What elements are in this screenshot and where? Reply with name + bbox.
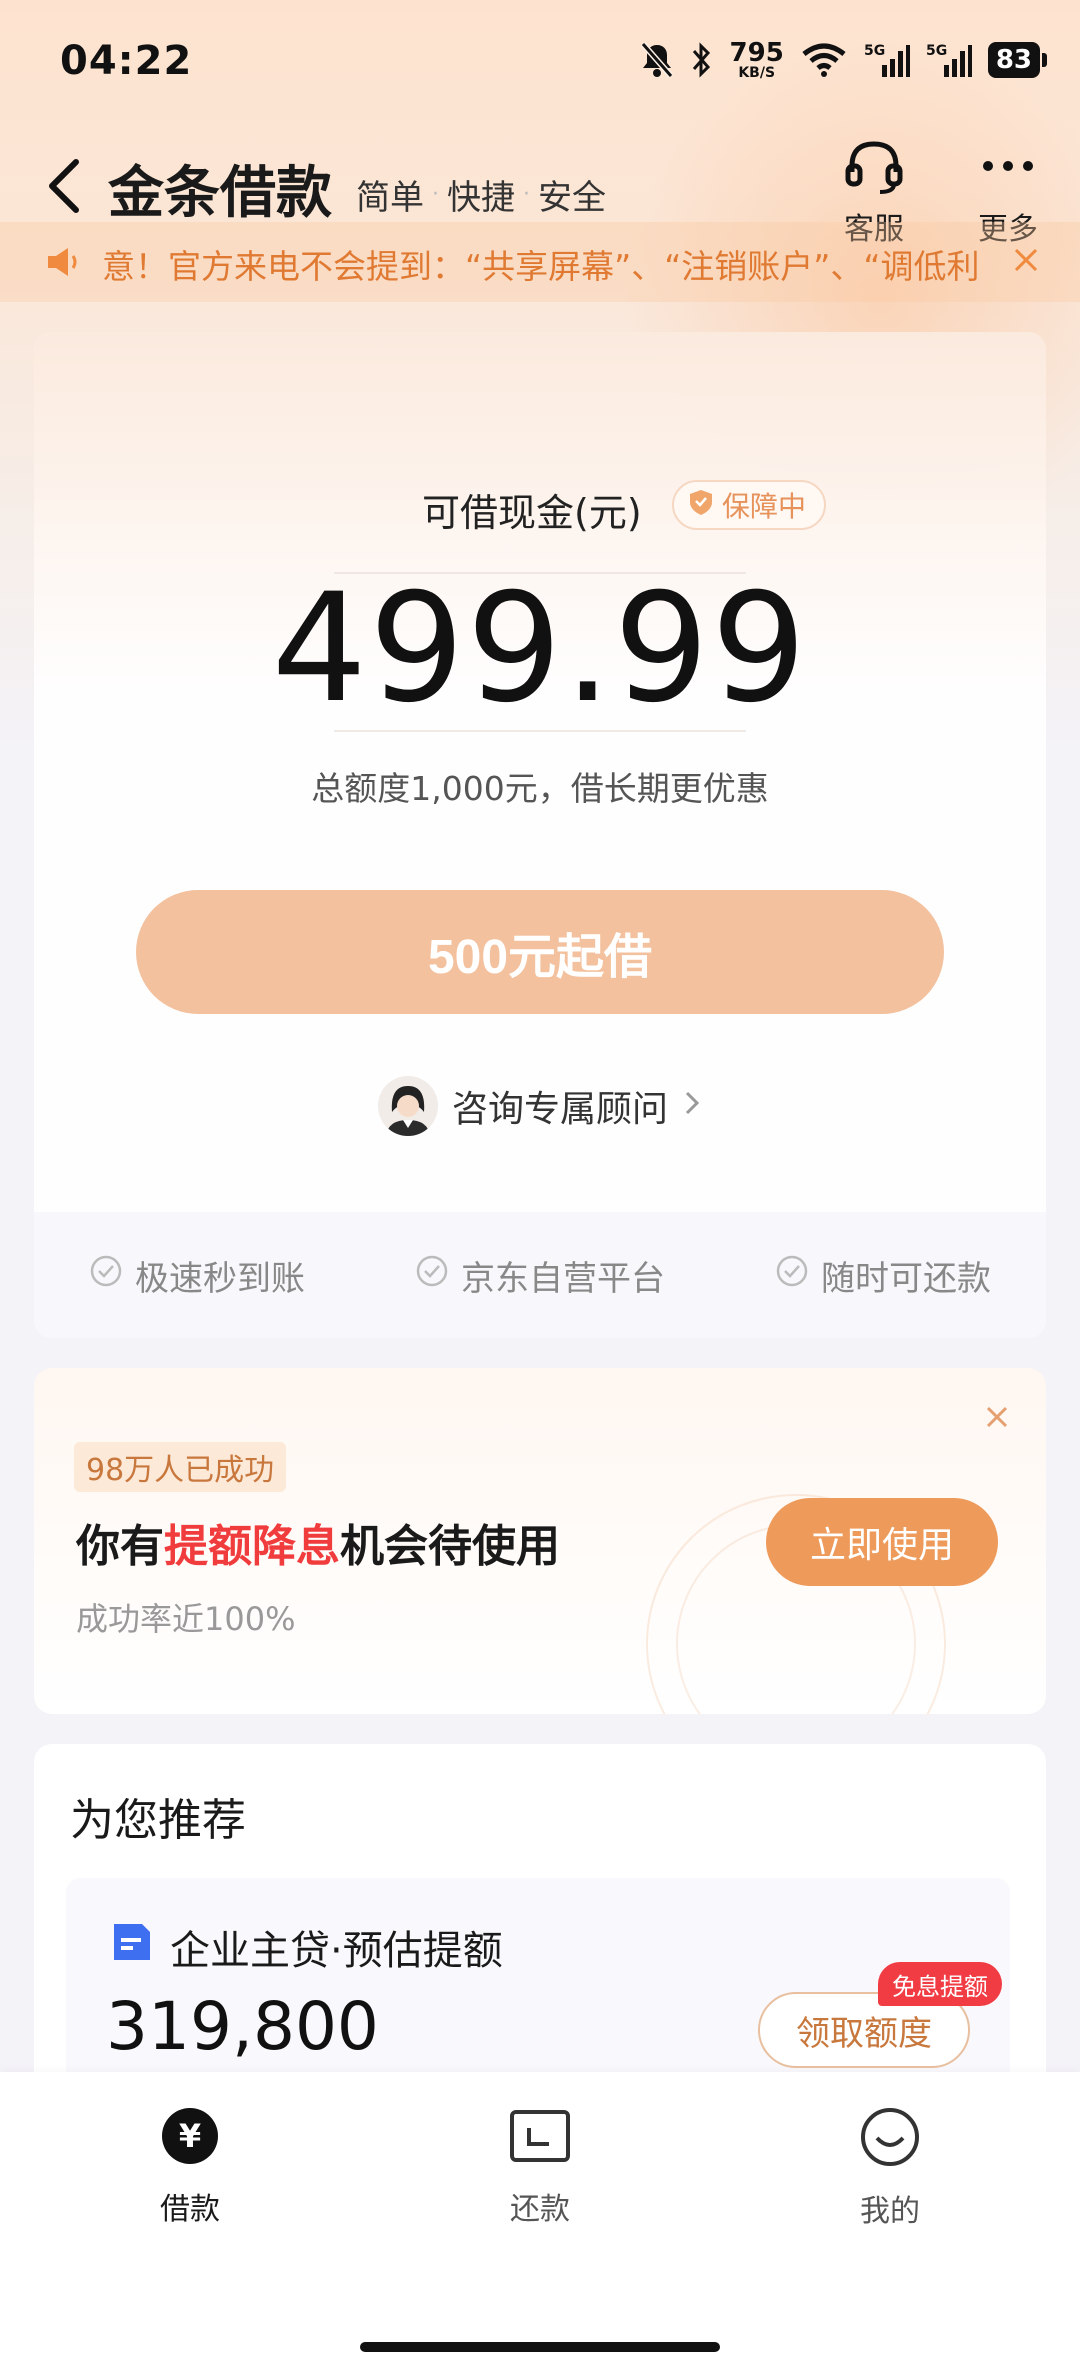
promo-headline: 你有提额降息机会待使用 [76, 1510, 560, 1574]
mute-bell-icon [640, 41, 674, 79]
borrow-button[interactable]: 500元起借 [136, 890, 944, 1014]
promo-headline-post: 机会待使用 [340, 1521, 560, 1572]
guard-badge[interactable]: 保障中 [672, 480, 827, 530]
subtitle-item: 安全 [538, 178, 606, 218]
speaker-icon [44, 242, 84, 286]
advisor-avatar [377, 1076, 438, 1136]
promo-success-rate: 成功率近100% [76, 1600, 296, 1638]
promo-tag: 98万人已成功 [74, 1442, 287, 1492]
nav-borrow-glyph: ¥ [179, 2117, 201, 2155]
signal-label-1: 5G [864, 43, 885, 59]
recommend-item-header: 企业主贷·预估提额 [110, 1918, 503, 1976]
promo-close-icon[interactable] [982, 1402, 1012, 1436]
feature-row: 极速秒到账 京东自营平台 随时可还款 [34, 1212, 1046, 1338]
advisor-link[interactable]: 咨询专属顾问 [34, 1076, 1046, 1136]
recommend-item-value: 319,800 [106, 1988, 379, 2065]
back-arrow-icon[interactable] [44, 156, 84, 216]
yuan-circle-icon: ¥ [160, 2106, 220, 2174]
check-circle-icon [775, 1254, 809, 1297]
headset-icon [842, 138, 906, 204]
more-dots-icon [978, 138, 1038, 204]
recommend-item-name: 企业主贷·预估提额 [170, 1928, 503, 1974]
nav-label: 还款 [510, 2192, 570, 2227]
check-circle-icon [415, 1254, 449, 1297]
feature-label: 随时可还款 [821, 1258, 991, 1299]
repay-card-icon [509, 2106, 571, 2174]
shield-icon [688, 488, 714, 523]
cash-label: 可借现金(元) [422, 491, 642, 535]
promo-headline-highlight: 提额降息 [164, 1521, 340, 1572]
subtitle-item: 快捷 [447, 178, 515, 218]
interest-free-badge: 免息提额 [878, 1962, 1002, 2006]
status-icons: 795 KB/S 5G 5G 83 [640, 38, 1048, 81]
signal-icon-2: 5G [926, 41, 972, 79]
nav-item-repay[interactable]: 还款 [460, 2106, 620, 2228]
nav-item-borrow[interactable]: ¥ 借款 [110, 2106, 270, 2228]
signal-icon: 5G [864, 41, 910, 79]
notice-text: 意！官方来电不会提到：“共享屏幕”、“注销账户”、“调低利 [102, 247, 980, 286]
home-indicator[interactable] [360, 2342, 720, 2352]
advisor-label: 咨询专属顾问 [451, 1089, 668, 1130]
smile-icon [859, 2106, 921, 2176]
notice-bar[interactable]: 意！官方来电不会提到：“共享屏幕”、“注销账户”、“调低利 [0, 222, 1080, 302]
guard-badge-label: 保障中 [722, 490, 807, 523]
nav-label: 我的 [860, 2194, 920, 2229]
status-time: 04:22 [60, 38, 193, 84]
feature-item: 随时可还款 [775, 1251, 991, 1300]
status-bar: 04:22 795 KB/S 5G 5G 83 [0, 0, 1080, 128]
nav-label: 借款 [160, 2192, 220, 2227]
feature-item: 极速秒到账 [89, 1251, 305, 1300]
chevron-right-icon [682, 1086, 702, 1127]
loan-card: 可借现金(元) 保障中 499.99 总额度1,000元，借长期更优惠 500元… [34, 332, 1046, 1338]
bottom-nav: ¥ 借款 还款 我的 [0, 2072, 1080, 2376]
total-limit-text: 总额度1,000元，借长期更优惠 [311, 769, 769, 808]
wifi-icon [800, 42, 848, 78]
recommend-title: 为您推荐 [70, 1795, 246, 1846]
subtitle-dot: · [432, 182, 439, 207]
app-header: 金条借款 简单 · 快捷 · 安全 客服 更多 [0, 128, 1080, 247]
promo-card: 98万人已成功 你有提额降息机会待使用 成功率近100% 立即使用 [34, 1368, 1046, 1714]
page-subtitle: 简单 · 快捷 · 安全 [356, 170, 606, 219]
feature-label: 极速秒到账 [135, 1258, 305, 1299]
feature-label: 京东自营平台 [461, 1258, 665, 1299]
available-amount: 499.99 [271, 562, 809, 736]
document-icon [110, 1920, 154, 1974]
use-now-button[interactable]: 立即使用 [766, 1498, 998, 1586]
battery-indicator: 83 [987, 42, 1048, 78]
page-title: 金条借款 [108, 161, 332, 226]
subtitle-item: 简单 [356, 178, 424, 218]
signal-label-2: 5G [926, 43, 947, 59]
check-circle-icon [89, 1254, 123, 1297]
net-speed: 795 KB/S [729, 38, 784, 81]
promo-headline-pre: 你有 [76, 1521, 164, 1572]
subtitle-dot: · [523, 182, 530, 207]
notice-close-icon[interactable] [1008, 242, 1044, 282]
nav-item-mine[interactable]: 我的 [810, 2106, 970, 2230]
feature-item: 京东自营平台 [415, 1251, 665, 1300]
bluetooth-icon [690, 41, 714, 79]
